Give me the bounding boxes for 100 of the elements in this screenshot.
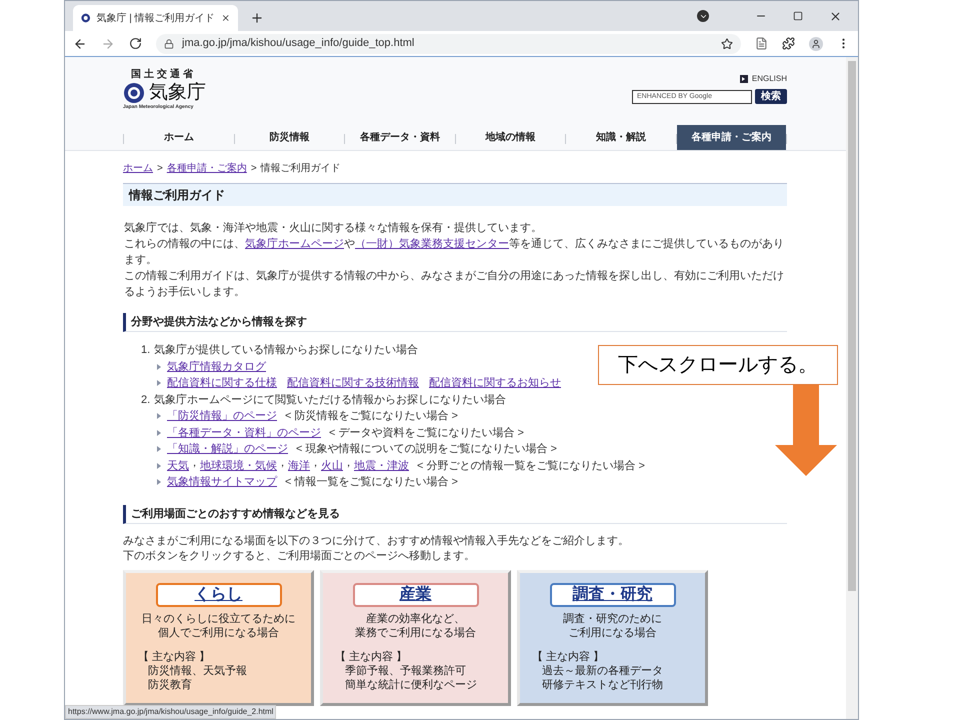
card-description: ご利用になる場合 [568, 626, 656, 640]
card-contents-item: 研修テキストなど刊行物 [542, 678, 663, 692]
lock-icon [164, 38, 174, 48]
card-contents-item: 防災情報、天気予報 [148, 664, 247, 678]
section-text: みなさまがご利用になる場面を以下の３つに分けて、おすすめ情報や情報入手先などをご紹介します。 [123, 534, 630, 548]
card-contents-item: 季節予報、予報業務許可 [345, 664, 467, 678]
bullet-triangle-icon [157, 413, 161, 420]
nav-tab[interactable]: 各種データ・資料 [345, 125, 454, 150]
breadcrumb-separator: > [157, 162, 163, 176]
list-link[interactable]: 気象情報サイトマップ [167, 474, 277, 490]
breadcrumb-link[interactable]: ホーム [123, 161, 153, 177]
nav-tab[interactable]: 知識・解説 [566, 125, 676, 150]
logo-text: 気象庁 [149, 82, 206, 104]
card-contents-item: 防災教育 [148, 678, 193, 692]
hint-text: < 現象や情報についての説明をご覧になりたい場合 > [296, 442, 557, 457]
hint-text: < 分野ごとの情報一覧をご覧になりたい場合 > [417, 458, 645, 474]
card-contents-item: 簡単な統計に便利なページ [345, 678, 477, 692]
list-number: 2. [141, 392, 150, 408]
intro-paragraph: この情報ご利用ガイドは、気象庁が提供する情報の中から、みなさまがご自分の用途にあった情報を探し出し、有効にご利用いただけるようお手伝いします。 [124, 268, 785, 300]
maximize-icon[interactable] [793, 11, 803, 21]
list-link[interactable]: 配信資料に関する仕様 [167, 375, 277, 392]
card-description: 個人でご利用になる場合 [158, 626, 279, 640]
bullet-triangle-icon [157, 462, 161, 469]
bullet-triangle-icon [157, 446, 161, 452]
hint-text: < データや資料をご覧になりたい場合 > [329, 426, 524, 440]
tab-title: 気象庁 | 情報ご利用ガイド [96, 12, 215, 26]
card-title: 調査・研究 [550, 582, 676, 606]
intro-paragraph: これらの情報の中には、気象庁ホームページや（一財）気象業務支援センター等を通じて、広くみなさまにご提供しているものがあります。 [124, 236, 785, 268]
list-link[interactable]: 配信資料に関する技術情報 [287, 375, 419, 392]
intro-paragraph: 気象庁では、気象・海洋や地震・火山に関する様々な情報を保有・提供しています。 [124, 220, 543, 236]
reload-icon[interactable] [129, 37, 142, 50]
list-link[interactable]: 気象庁情報カタログ [167, 358, 266, 375]
bullet-triangle-icon [157, 479, 161, 486]
tab-search-button[interactable] [697, 10, 709, 22]
browser-tab[interactable]: 気象庁 | 情報ご利用ガイド [73, 5, 238, 31]
bullet-triangle-icon [157, 430, 161, 436]
list-item-text: 気象庁が提供している情報からお探しになりたい場合 [154, 342, 418, 358]
section-text: 下のボタンをクリックすると、ご利用場面ごとのページへ移動します。 [123, 548, 476, 564]
card-contents-item: 過去～最新の各種データ [542, 664, 663, 678]
triangle-icon [742, 77, 746, 81]
section-heading: 分野や提供方法などから情報を探す [123, 313, 787, 332]
nav-tab[interactable]: 各種申請・ご案内 [676, 125, 786, 150]
back-icon[interactable] [73, 36, 87, 50]
card-contents-label: 【 主な内容 】 [335, 650, 408, 664]
extensions-icon[interactable] [782, 37, 795, 50]
annotation-callout: 下へスクロールする。 [598, 345, 838, 385]
bullet-triangle-icon [157, 364, 161, 370]
nav-tab[interactable]: 防災情報 [234, 125, 344, 150]
comma-text: ， [277, 456, 288, 470]
ministry-text: 国土交通省 [131, 69, 196, 81]
nav-tab[interactable]: 地域の情報 [456, 125, 565, 150]
hint-text: < 情報一覧をご覧になりたい場合 > [285, 475, 458, 490]
agency-logo-icon [123, 82, 145, 104]
scene-card[interactable]: 調査・研究 調査・研究のために ご利用になる場合 【 主な内容 】 過去～最新の各種データ 研修テキストなど刊行物 [517, 570, 708, 706]
card-description: 業務でご利用になる場合 [355, 626, 476, 640]
page-title: 情報ご利用ガイド [123, 183, 787, 206]
card-description: 調査・研究のために [563, 612, 662, 626]
scene-card[interactable]: くらし 日々のくらしに役立てるために 個人でご利用になる場合 【 主な内容 】 防災情報、天気予報 防災教育 [123, 570, 314, 706]
list-link[interactable]: 地球環境・気候 [200, 458, 277, 474]
close-icon[interactable] [829, 10, 842, 22]
address-bar[interactable]: jma.go.jp/jma/kishou/usage_info/guide_top.html [156, 34, 741, 54]
breadcrumb-current: 情報ご利用ガイド [260, 162, 341, 176]
card-title: くらし [156, 582, 282, 606]
section-heading: ご利用場面ごとのおすすめ情報などを見る [123, 504, 787, 524]
breadcrumb-link[interactable]: 各種申請・ご案内 [166, 161, 247, 177]
hint-text: < 防災情報をご覧になりたい場合 > [285, 409, 458, 424]
comma-text: ， [189, 456, 200, 470]
agency-logo-icon [81, 12, 90, 24]
bullet-triangle-icon [157, 380, 161, 386]
list-link[interactable]: 「各種データ・資料」のページ [167, 424, 321, 441]
url-text: jma.go.jp/jma/kishou/usage_info/guide_top.html [182, 36, 416, 52]
comma-text: ， [343, 456, 354, 470]
intro-link[interactable]: 気象庁ホームページ [245, 238, 344, 250]
list-link[interactable]: 地震・津波 [354, 458, 409, 474]
card-description: 産業の効率化など、 [366, 612, 465, 626]
list-link[interactable]: 「知識・解説」のページ [167, 441, 288, 458]
card-description: 日々のくらしに役立てるために [142, 612, 296, 626]
search-button[interactable]: 検索 [755, 89, 787, 104]
new-tab-icon[interactable] [250, 11, 264, 25]
card-contents-label: 【 主な内容 】 [532, 650, 606, 664]
list-link[interactable]: 火山 [321, 458, 343, 474]
card-title: 産業 [352, 582, 478, 606]
list-link[interactable]: 「防災情報」のページ [167, 408, 277, 424]
list-number: 1. [141, 343, 150, 358]
pdf-extension-icon[interactable] [755, 37, 768, 50]
english-link[interactable]: ENGLISH [752, 73, 787, 85]
down-arrow-icon [775, 385, 837, 476]
intro-link[interactable]: （一財）気象業務支援センター [355, 238, 509, 250]
scene-card[interactable]: 産業 産業の効率化など、 業務でご利用になる場合 【 主な内容 】 季節予報、予報業務許可 簡単な統計に便利なページ [320, 570, 511, 706]
bookmark-star-icon[interactable] [721, 38, 733, 50]
list-link[interactable]: 配信資料に関するお知らせ [429, 375, 561, 392]
list-link[interactable]: 海洋 [288, 458, 310, 474]
scrollbar-thumb[interactable] [848, 61, 856, 591]
breadcrumb-separator: > [250, 162, 257, 176]
nav-tab[interactable]: ホーム [124, 125, 234, 150]
list-item-text: 気象庁ホームページにて閲覧いただける情報からお探しになりたい場合 [154, 392, 506, 408]
card-contents-label: 【 主な内容 】 [138, 650, 212, 664]
list-link[interactable]: 天気 [167, 458, 189, 474]
profile-avatar[interactable] [809, 36, 823, 50]
comma-text: ， [310, 456, 321, 470]
